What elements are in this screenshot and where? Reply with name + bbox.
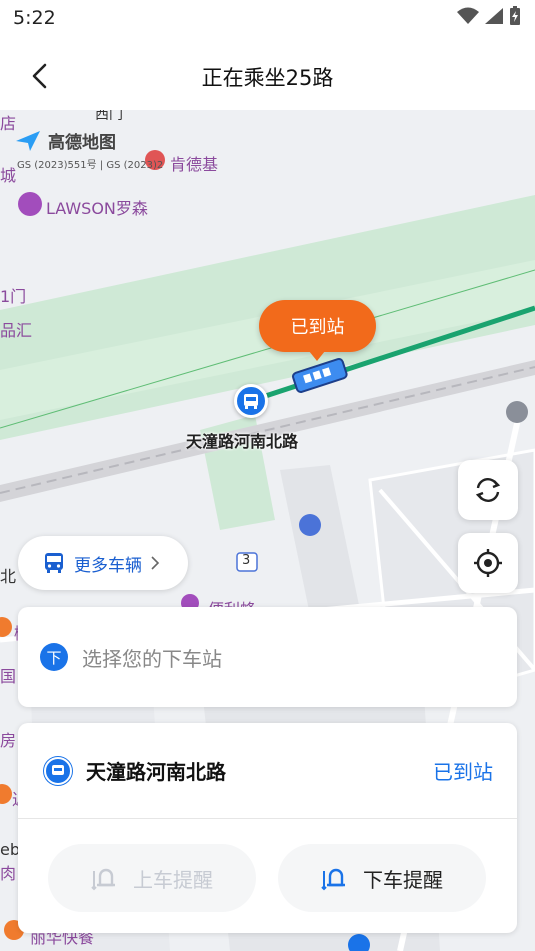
arrived-bubble: 已到站: [259, 300, 376, 361]
alight-badge: 下: [40, 643, 68, 671]
page-title: 正在乘坐25路: [201, 66, 334, 90]
amap-logo-icon: [16, 130, 40, 151]
title-bar: 正在乘坐25路: [0, 38, 535, 110]
map-label-left-2: 城: [0, 166, 17, 185]
more-vehicles-label: 更多车辆: [74, 555, 142, 576]
more-vehicles-button[interactable]: 更多车辆: [18, 536, 188, 590]
map-label-lawson: LAWSON罗森: [46, 199, 148, 218]
current-stop-name: 天潼路河南北路: [86, 760, 226, 784]
board-reminder-label: 上车提醒: [133, 867, 213, 892]
map-label-kfc: 肯德基: [170, 155, 219, 174]
current-stop-status: 已到站: [433, 760, 493, 784]
amap-logo-text: 高德地图: [48, 133, 116, 153]
refresh-button[interactable]: [458, 460, 518, 520]
map-label-gate: 1门: [0, 287, 27, 306]
bell-icon: [321, 868, 345, 891]
stop-icon: [44, 757, 72, 785]
alight-reminder-button[interactable]: 下车提醒: [278, 844, 486, 912]
destination-placeholder: 选择您的下车站: [82, 646, 222, 671]
destination-selector[interactable]: 下 选择您的下车站: [18, 607, 517, 707]
bell-icon: [91, 868, 115, 891]
board-reminder-button[interactable]: 上车提醒: [48, 844, 256, 912]
current-stop-row[interactable]: 天潼路河南北路 已到站: [18, 723, 517, 819]
status-bar: 5:22: [0, 0, 535, 38]
signal-icon: [485, 8, 503, 24]
map-label-left-fang: 房: [0, 731, 17, 750]
map-view[interactable]: 高德地图 GS (2023)551号 | GS (2023)2 西门 店 城 L…: [0, 110, 535, 951]
amap-logo: 高德地图: [14, 128, 116, 153]
map-label-pinhui: 品汇: [0, 321, 33, 340]
map-license: GS (2023)551号 | GS (2023)2: [17, 160, 164, 171]
bus-stop-small-icon: [52, 765, 64, 775]
bus-icon: [45, 553, 63, 573]
battery-charging-icon: [510, 6, 520, 25]
status-time: 5:22: [13, 7, 56, 29]
refresh-icon: [475, 478, 501, 502]
bus-stop-icon: [244, 394, 258, 409]
wifi-icon: [457, 7, 479, 24]
map-label-left-rou: 肉: [0, 864, 17, 883]
current-stop-card: 天潼路河南北路 已到站 上车提醒 下车提醒: [18, 723, 517, 933]
bus-stop-marker[interactable]: [234, 384, 268, 418]
map-label-left-eb: eb: [0, 840, 20, 859]
alight-reminder-label: 下车提醒: [363, 867, 443, 892]
map-label-left-guo: 国: [0, 667, 17, 686]
locate-icon: [474, 549, 502, 577]
map-road-number: 3: [242, 553, 251, 568]
map-label-left-1: 店: [0, 114, 17, 133]
locate-button[interactable]: [458, 533, 518, 593]
status-icons: [457, 6, 521, 26]
map-label-top: 西门: [95, 110, 123, 123]
bus-stop-label: 天潼路河南北路: [186, 432, 299, 451]
chevron-right-icon: [151, 556, 160, 570]
arrived-bubble-text: 已到站: [290, 317, 345, 338]
map-label-north: 北: [0, 567, 17, 586]
